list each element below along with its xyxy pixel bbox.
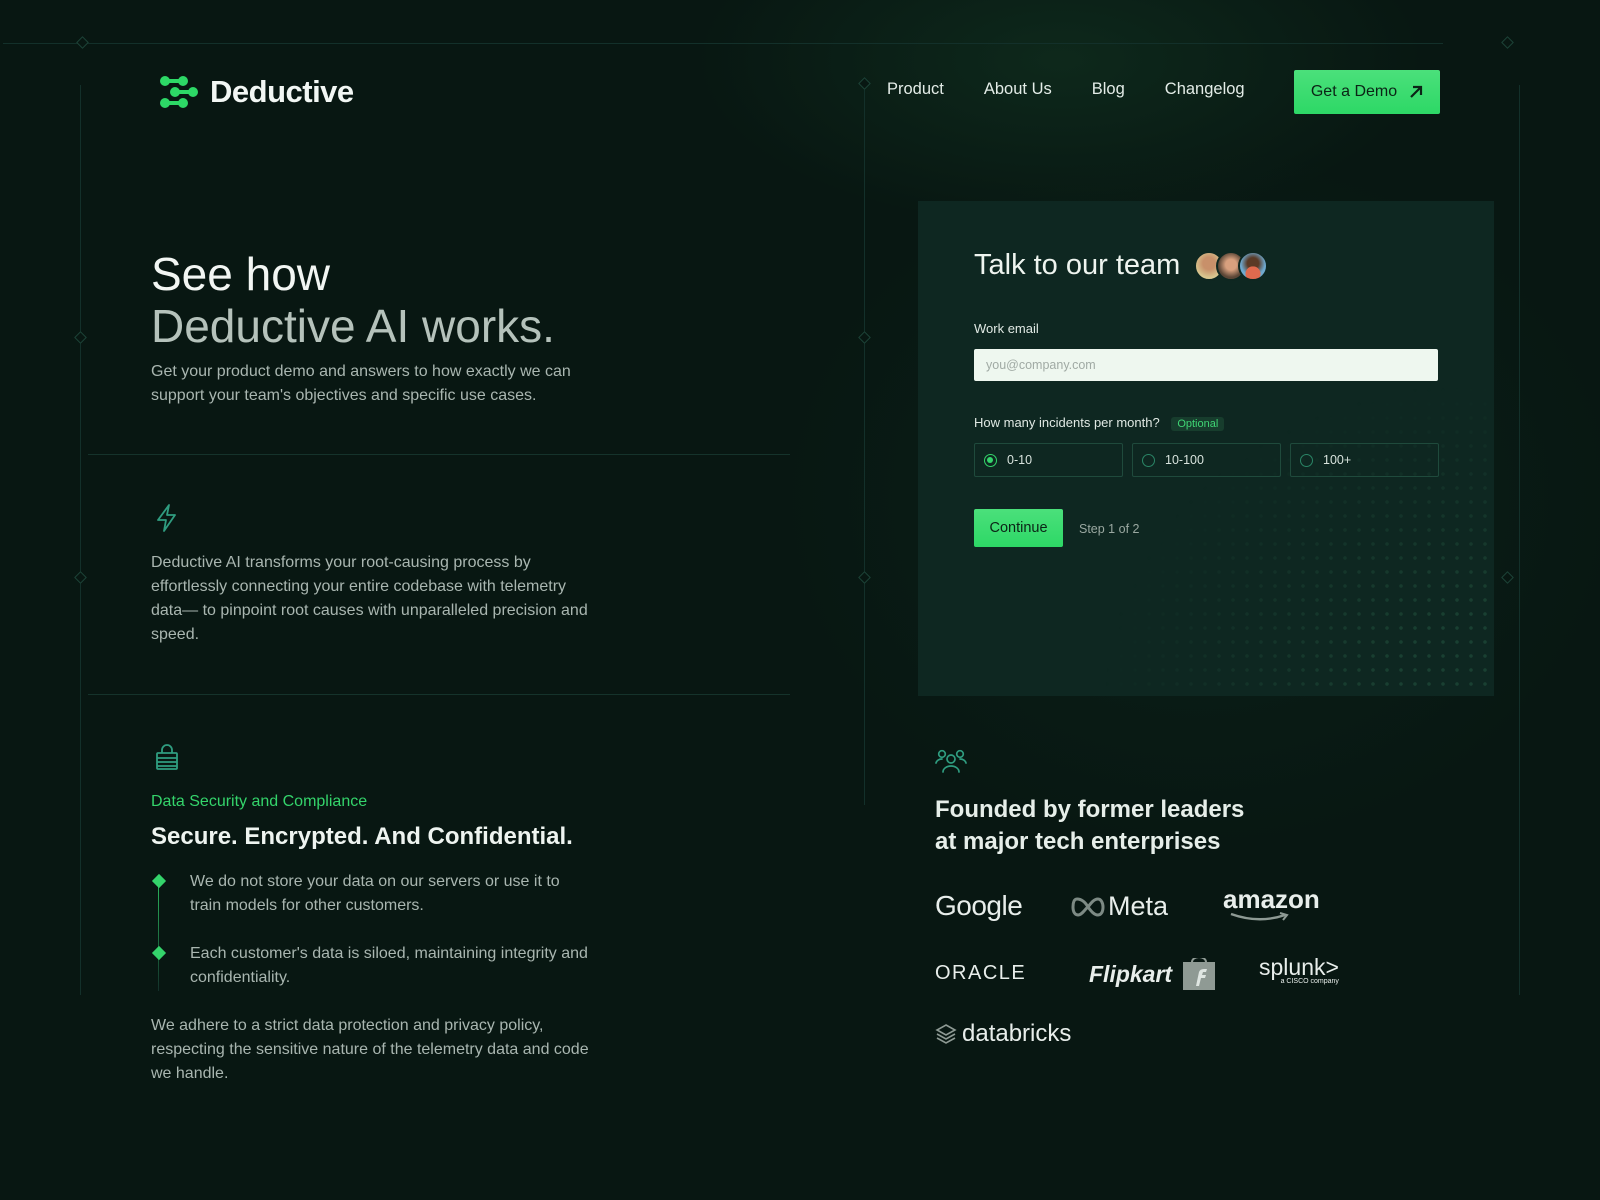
arrow-up-right-icon (1410, 85, 1423, 98)
talk-to-team-form: Talk to our team Work email How many inc… (918, 201, 1494, 696)
amazon-logo: amazon (1223, 886, 1320, 922)
brand-name: Deductive (210, 74, 354, 109)
nav-item-blog[interactable]: Blog (1092, 80, 1125, 99)
radio-button-icon (1142, 453, 1155, 467)
google-logo: Google (935, 890, 1023, 922)
security-closing-text: We adhere to a strict data protection an… (151, 1017, 589, 1082)
work-email-input[interactable] (974, 349, 1438, 381)
diamond-bullet-icon (151, 873, 167, 889)
team-avatars (1194, 250, 1269, 281)
guide-diamond (858, 331, 871, 344)
nav-item-about-us[interactable]: About Us (984, 80, 1052, 99)
continue-button[interactable]: Continue (974, 509, 1063, 547)
step-indicator: Step 1 of 2 (1079, 522, 1140, 536)
flipkart-logo-text: Flipkart (1089, 960, 1173, 987)
work-email-label: Work email (974, 321, 1039, 336)
meta-logo: Meta (1071, 891, 1168, 922)
get-a-demo-button[interactable]: Get a Demo (1294, 70, 1440, 114)
lock-icon (156, 744, 178, 770)
incidents-label-row: How many incidents per month? Optional (974, 415, 1225, 431)
guide-diamond (74, 331, 87, 344)
form-title-text: Talk to our team (974, 249, 1181, 281)
hero-title-line1: See how (151, 248, 331, 300)
avatar (1238, 250, 1269, 281)
divider (88, 694, 790, 695)
diamond-bullet-icon (151, 945, 167, 961)
databricks-logo: databricks (935, 1020, 1071, 1048)
radio-option-100-plus[interactable]: 100+ (1290, 443, 1439, 477)
guide-diamond (1501, 36, 1514, 49)
hero-subtitle: Get your product demo and answers to how… (151, 363, 571, 404)
security-bullet: We do not store your data on our servers… (151, 870, 591, 918)
radio-option-0-10[interactable]: 0-10 (974, 443, 1123, 477)
meta-infinity-icon (1071, 896, 1105, 917)
flipkart-logo: Flipkart (1089, 958, 1216, 990)
users-icon (935, 749, 967, 773)
bullet-text: Each customer's data is siloed, maintain… (190, 945, 588, 986)
meta-logo-text: Meta (1108, 891, 1169, 921)
logo-mark-icon (160, 76, 198, 108)
form-title: Talk to our team (974, 249, 1269, 282)
security-title: Secure. Encrypted. And Confidential. (151, 823, 573, 850)
optional-badge: Optional (1171, 417, 1225, 431)
databricks-layers-icon (935, 1024, 957, 1044)
guide-diamond (858, 77, 871, 90)
guide-line-top (3, 43, 1443, 44)
splunk-logo-text: splunk> (1259, 954, 1339, 980)
databricks-logo-text: databricks (962, 1020, 1072, 1047)
oracle-logo: ORACLE (935, 962, 1026, 985)
guide-line-left (80, 85, 81, 995)
guide-diamond (1501, 571, 1514, 584)
guide-line-center (864, 85, 865, 805)
nav-item-product[interactable]: Product (887, 80, 944, 99)
incidents-label: How many incidents per month? (974, 415, 1160, 430)
founders-title: Founded by former leaders at major tech … (935, 796, 1245, 855)
main-nav: Product About Us Blog Changelog (887, 80, 1245, 99)
hero-title: See how Deductive AI works. (151, 248, 555, 352)
lightning-icon (157, 504, 176, 532)
incidents-radio-group: 0-10 10-100 100+ (974, 443, 1439, 477)
nav-item-changelog[interactable]: Changelog (1165, 80, 1245, 99)
guide-line-right (1519, 85, 1520, 995)
divider (88, 454, 790, 455)
radio-label: 100+ (1323, 453, 1352, 467)
splunk-logo: splunk> a CISCO company (1259, 954, 1339, 986)
radio-label: 10-100 (1165, 453, 1204, 467)
security-bullets: We do not store your data on our servers… (151, 870, 591, 1014)
bullet-text: We do not store your data on our servers… (190, 873, 560, 914)
google-logo-text: Google (935, 890, 1023, 921)
brand-logo[interactable]: Deductive (158, 74, 354, 110)
get-a-demo-label: Get a Demo (1310, 83, 1398, 100)
security-eyebrow: Data Security and Compliance (151, 793, 368, 810)
oracle-logo-text: ORACLE (935, 962, 1027, 984)
amazon-smile-icon (1230, 912, 1289, 921)
radio-label: 0-10 (1007, 453, 1033, 467)
amazon-logo-text: amazon (1223, 884, 1320, 914)
feature-description: Deductive AI transforms your root-causin… (151, 554, 588, 643)
splunk-sub-text: a CISCO company (1280, 978, 1339, 985)
radio-button-icon (984, 453, 997, 467)
flipkart-bag-icon (1183, 958, 1216, 990)
hero-title-line2: Deductive AI works. (151, 300, 555, 352)
radio-option-10-100[interactable]: 10-100 (1132, 443, 1281, 477)
radio-button-icon (1300, 453, 1313, 467)
security-bullet: Each customer's data is siloed, maintain… (151, 942, 591, 990)
guide-diamond (74, 571, 87, 584)
guide-diamond (76, 36, 89, 49)
guide-diamond (858, 571, 871, 584)
